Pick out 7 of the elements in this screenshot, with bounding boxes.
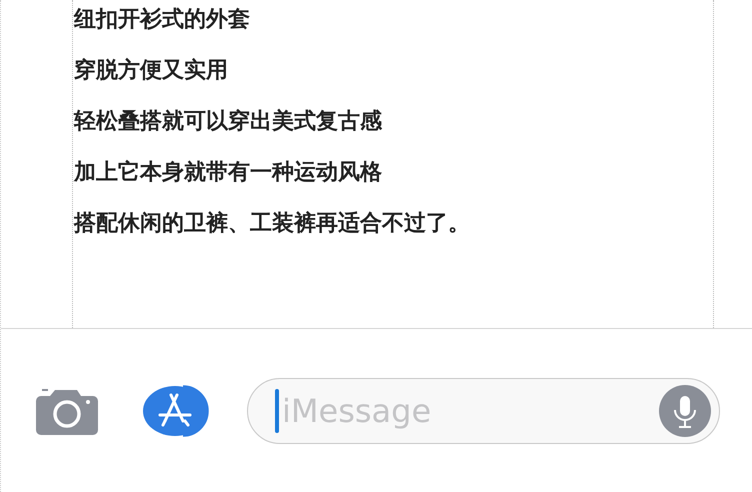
article-line: 纽扣开衫式的外套 [74, 6, 251, 34]
article-line: 轻松叠搭就可以穿出美式复古感 [74, 108, 383, 136]
article-line: 搭配休闲的卫裤、工装裤再适合不过了。 [74, 210, 471, 238]
text-cursor [275, 388, 279, 432]
article-line: 穿脱方便又实用 [74, 57, 229, 85]
microphone-icon[interactable] [659, 384, 711, 436]
article-line: 加上它本身就带有一种运动风格 [74, 159, 383, 187]
